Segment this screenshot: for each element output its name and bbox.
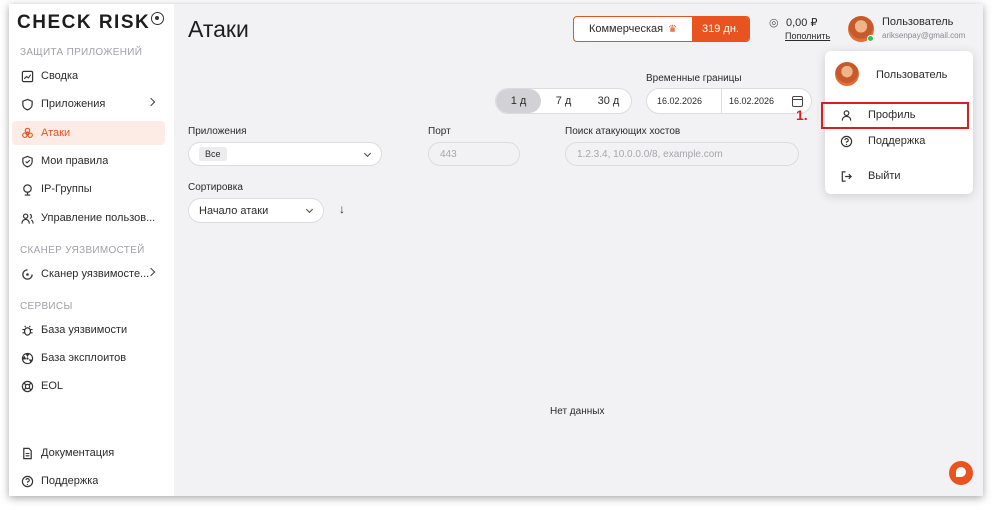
logout-icon (840, 170, 853, 183)
period-7d[interactable]: 7 д (541, 89, 586, 113)
port-input[interactable]: 443 (428, 142, 520, 166)
coins-icon: ◎ (769, 17, 779, 29)
shield-icon (21, 98, 34, 111)
user-email: ariksenpay@gmail.com (882, 31, 966, 40)
sidebar-item-exploit-db[interactable]: База эксплоитов (12, 346, 165, 370)
sidebar-item-applications[interactable]: Приложения (12, 92, 165, 116)
section-title-vuln-scanner: СКАНЕР УЯЗВИМОСТЕЙ (20, 245, 145, 256)
empty-state: Нет данных (550, 406, 605, 417)
biohazard-icon (21, 127, 34, 140)
sidebar-item-my-rules[interactable]: Мои правила (12, 149, 165, 173)
dashboard-icon (21, 70, 34, 83)
plan-days-remaining: 319 дн. (692, 17, 749, 41)
sidebar-item-label: Управление пользов... (41, 212, 156, 224)
sidebar-item-label: Сканер уязвимосте... (41, 268, 150, 280)
sidebar-item-label: Приложения (41, 98, 106, 110)
sidebar-item-label: Мои правила (41, 155, 109, 167)
date-from[interactable]: 16.02.2026 (647, 89, 722, 113)
profile-highlight-box (821, 102, 969, 129)
hosts-search-input[interactable]: 1.2.3.4, 10.0.0.0/8, example.com (565, 142, 799, 166)
menu-item-logout[interactable]: Выйти (825, 164, 973, 188)
page-title: Атаки (188, 16, 249, 42)
period-30d[interactable]: 30 д (586, 89, 631, 113)
online-status-dot (867, 35, 874, 42)
chevron-right-icon (146, 97, 156, 107)
sidebar-item-documentation[interactable]: Документация (12, 441, 165, 465)
sidebar-item-eol[interactable]: EOL (12, 374, 165, 398)
help-icon (840, 135, 853, 148)
users-icon (21, 212, 34, 225)
sidebar-item-label: Атаки (41, 127, 71, 139)
period-1d[interactable]: 1 д (496, 89, 541, 113)
step-annotation: 1. (796, 107, 808, 123)
section-title-services: СЕРВИСЫ (20, 301, 73, 312)
document-icon (21, 447, 34, 460)
sidebar-item-support[interactable]: Поддержка (12, 469, 165, 493)
crown-icon: ♛ (668, 23, 678, 35)
sidebar-item-ip-groups[interactable]: IP-Группы (12, 177, 165, 201)
calendar-icon[interactable] (792, 96, 803, 107)
sidebar: CHECK RISK ЗАЩИТА ПРИЛОЖЕНИЙ Сводка Прил… (9, 4, 174, 496)
sidebar-item-vuln-scanner[interactable]: Сканер уязвимосте... (12, 262, 165, 286)
user-name[interactable]: Пользователь (882, 16, 953, 28)
plan-name-label: Коммерческая (588, 23, 664, 35)
menu-item-label: Выйти (868, 170, 901, 182)
logo[interactable]: CHECK RISK (17, 12, 150, 34)
apps-select[interactable]: Все (188, 142, 382, 166)
menu-user-name: Пользователь (876, 69, 948, 81)
balance-amount: 0,00 ₽ (786, 17, 818, 29)
date-range-picker[interactable]: 16.02.2026 16.02.2026 (646, 88, 812, 114)
port-label: Порт (428, 126, 451, 137)
chevron-down-icon (305, 205, 314, 214)
plan-badge[interactable]: Коммерческая ♛ 319 дн. (573, 16, 750, 42)
chevron-down-icon (363, 149, 372, 158)
section-title-app-protection: ЗАЩИТА ПРИЛОЖЕНИЙ (20, 47, 143, 58)
menu-item-support[interactable]: Поддержка (825, 129, 973, 153)
hosts-search-label: Поиск атакующих хостов (565, 126, 681, 137)
apps-selected-tag: Все (199, 147, 227, 161)
sidebar-item-label: EOL (41, 380, 64, 392)
app-window: CHECK RISK ЗАЩИТА ПРИЛОЖЕНИЙ Сводка Прил… (9, 4, 983, 496)
sidebar-item-user-management[interactable]: Управление пользов... (12, 206, 165, 230)
scanner-icon (21, 268, 34, 281)
sidebar-item-vuln-db[interactable]: База уязвимости (12, 318, 165, 342)
sort-value: Начало атаки (199, 204, 269, 217)
sidebar-item-label: Поддержка (41, 475, 99, 487)
sidebar-item-label: База эксплоитов (41, 352, 127, 364)
menu-item-label: Поддержка (868, 135, 926, 147)
sidebar-item-label: IP-Группы (41, 183, 92, 195)
collapse-sidebar-icon[interactable] (151, 12, 164, 25)
sidebar-item-label: Сводка (41, 70, 79, 82)
sidebar-item-dashboard[interactable]: Сводка (12, 64, 165, 88)
lifebuoy-icon (21, 380, 34, 393)
sidebar-item-label: База уязвимости (41, 324, 128, 336)
sort-direction-icon[interactable]: ↓ (339, 202, 345, 216)
rules-icon (21, 155, 34, 168)
period-selector: 1 д 7 д 30 д (495, 88, 632, 114)
sort-select[interactable]: Начало атаки (188, 198, 324, 223)
time-bounds-label: Временные границы (646, 73, 742, 84)
bug-icon (21, 324, 34, 337)
topup-link[interactable]: Пополнить (785, 31, 830, 41)
plan-name: Коммерческая ♛ (574, 17, 692, 41)
sidebar-item-attacks[interactable]: Атаки (12, 121, 165, 145)
globe-icon (21, 183, 34, 196)
sort-label: Сортировка (188, 182, 243, 193)
radiation-icon (21, 352, 34, 365)
help-icon (21, 475, 34, 488)
sidebar-item-label: Документация (41, 447, 115, 459)
chat-icon[interactable] (949, 461, 973, 485)
apps-label: Приложения (188, 126, 247, 137)
avatar (835, 62, 859, 86)
